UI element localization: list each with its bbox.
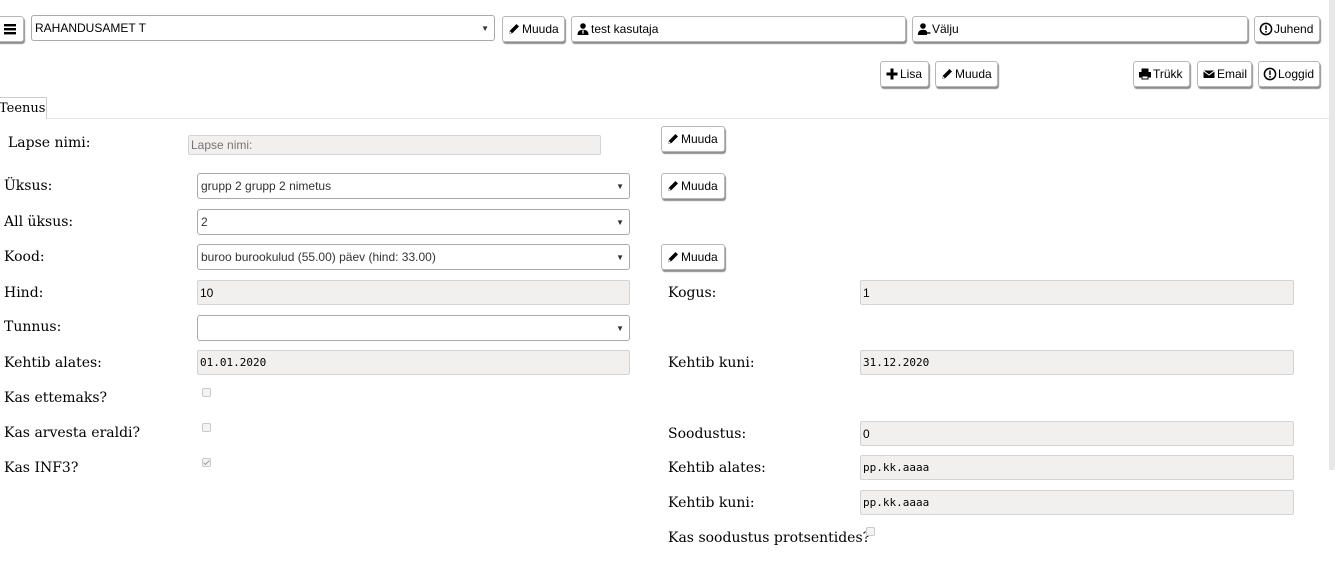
organization-edit-label: Muuda xyxy=(522,22,559,36)
tab-service-label: Teenus xyxy=(0,101,46,116)
prepayment-label: Kas ettemaks? xyxy=(4,390,108,406)
pencil-icon xyxy=(666,179,680,193)
prepayment-checkbox[interactable] xyxy=(202,388,211,397)
valid-to-value: 31.12.2020 xyxy=(863,356,930,369)
logs-label: Loggid xyxy=(1278,67,1315,81)
discount-to-value: pp.kk.aaaa xyxy=(863,496,930,509)
organization-select[interactable]: RAHANDUSAMET T ▼ xyxy=(31,15,495,41)
print-button[interactable]: Trükk xyxy=(1133,61,1190,87)
printer-icon xyxy=(1138,67,1152,81)
code-label: Kood: xyxy=(4,249,45,265)
unit-edit-button[interactable]: Muuda xyxy=(661,173,725,199)
logs-button[interactable]: Loggid xyxy=(1258,61,1320,87)
user-label: test kasutaja xyxy=(591,22,659,36)
user-button[interactable]: test kasutaja xyxy=(571,16,906,42)
chevron-down-icon: ▼ xyxy=(481,24,489,33)
discount-from-input[interactable]: pp.kk.aaaa xyxy=(860,455,1294,480)
tab-service[interactable]: Teenus xyxy=(0,97,47,119)
organization-select-value: RAHANDUSAMET T xyxy=(35,21,146,35)
help-label: Juhend xyxy=(1274,22,1314,36)
subunit-label: All üksus: xyxy=(4,214,74,230)
valid-from-input[interactable]: 01.01.2020 xyxy=(197,350,630,375)
user-logout-icon xyxy=(917,22,931,36)
pencil-icon xyxy=(666,132,680,146)
inf3-checkbox[interactable] xyxy=(202,458,211,467)
valid-to-input[interactable]: 31.12.2020 xyxy=(860,350,1294,375)
valid-from-label: Kehtib alates: xyxy=(4,355,102,371)
exclamation-circle-icon xyxy=(1259,22,1273,36)
edit-label: Muuda xyxy=(955,67,992,81)
discount-from-value: pp.kk.aaaa xyxy=(863,461,930,474)
separate-label: Kas arvesta eraldi? xyxy=(4,425,141,441)
discount-label: Soodustus: xyxy=(668,426,747,442)
chevron-down-icon: ▼ xyxy=(616,182,624,191)
valid-from-value: 01.01.2020 xyxy=(200,356,267,369)
subunit-select[interactable]: 2 ▼ xyxy=(197,209,630,235)
envelope-icon xyxy=(1202,67,1216,81)
email-label: Email xyxy=(1217,67,1248,81)
price-input[interactable]: 10 xyxy=(197,280,630,305)
code-select-value: buroo burookulud (55.00) päev (hind: 33.… xyxy=(201,250,436,264)
unit-edit-label: Muuda xyxy=(681,179,718,193)
discount-input[interactable]: 0 xyxy=(860,421,1294,446)
menu-button[interactable] xyxy=(0,16,24,42)
exclamation-circle-icon xyxy=(1263,67,1277,81)
price-label: Hind: xyxy=(4,285,44,301)
valid-to-label: Kehtib kuni: xyxy=(668,355,755,371)
quantity-label: Kogus: xyxy=(668,285,717,301)
separate-checkbox[interactable] xyxy=(202,423,211,432)
pencil-icon xyxy=(507,22,521,36)
print-label: Trükk xyxy=(1153,67,1183,81)
code-edit-button[interactable]: Muuda xyxy=(661,244,725,270)
add-label: Lisa xyxy=(900,67,923,81)
hamburger-icon xyxy=(3,22,17,36)
chevron-down-icon: ▼ xyxy=(616,253,624,262)
edit-button[interactable]: Muuda xyxy=(935,61,998,87)
scrollbar[interactable] xyxy=(1329,0,1335,470)
child-name-label: Lapse nimi: xyxy=(8,135,91,151)
tunnus-label: Tunnus: xyxy=(4,319,62,335)
unit-label: Üksus: xyxy=(4,178,53,194)
help-button[interactable]: Juhend xyxy=(1254,16,1320,42)
quantity-input[interactable]: 1 xyxy=(860,280,1294,305)
discount-percent-checkbox[interactable] xyxy=(866,527,875,536)
code-select[interactable]: buroo burookulud (55.00) päev (hind: 33.… xyxy=(197,244,630,270)
code-edit-label: Muuda xyxy=(681,250,718,264)
pencil-icon xyxy=(940,67,954,81)
discount-to-input[interactable]: pp.kk.aaaa xyxy=(860,490,1294,515)
email-button[interactable]: Email xyxy=(1197,61,1252,87)
plus-icon xyxy=(885,67,899,81)
subunit-select-value: 2 xyxy=(201,215,208,229)
user-icon xyxy=(576,22,590,36)
tunnus-select[interactable]: ▼ xyxy=(197,315,630,341)
chevron-down-icon: ▼ xyxy=(616,324,624,333)
child-name-input[interactable] xyxy=(188,135,601,155)
logout-label: Välju xyxy=(932,22,959,36)
add-button[interactable]: Lisa xyxy=(880,61,929,87)
discount-percent-label: Kas soodustus protsentides? xyxy=(668,530,871,546)
logout-button[interactable]: Välju xyxy=(912,16,1248,42)
unit-select-value: grupp 2 grupp 2 nimetus xyxy=(201,179,332,193)
quantity-value: 1 xyxy=(863,285,870,300)
unit-select[interactable]: grupp 2 grupp 2 nimetus ▼ xyxy=(197,173,630,199)
tab-divider xyxy=(47,118,1335,119)
child-name-edit-button[interactable]: Muuda xyxy=(661,126,725,152)
child-name-edit-label: Muuda xyxy=(681,132,718,146)
inf3-label: Kas INF3? xyxy=(4,460,79,476)
pencil-icon xyxy=(666,250,680,264)
discount-value: 0 xyxy=(863,426,870,441)
discount-from-label: Kehtib alates: xyxy=(668,460,766,476)
discount-to-label: Kehtib kuni: xyxy=(668,495,755,511)
chevron-down-icon: ▼ xyxy=(616,218,624,227)
price-value: 10 xyxy=(200,285,214,300)
organization-edit-button[interactable]: Muuda xyxy=(502,16,565,42)
